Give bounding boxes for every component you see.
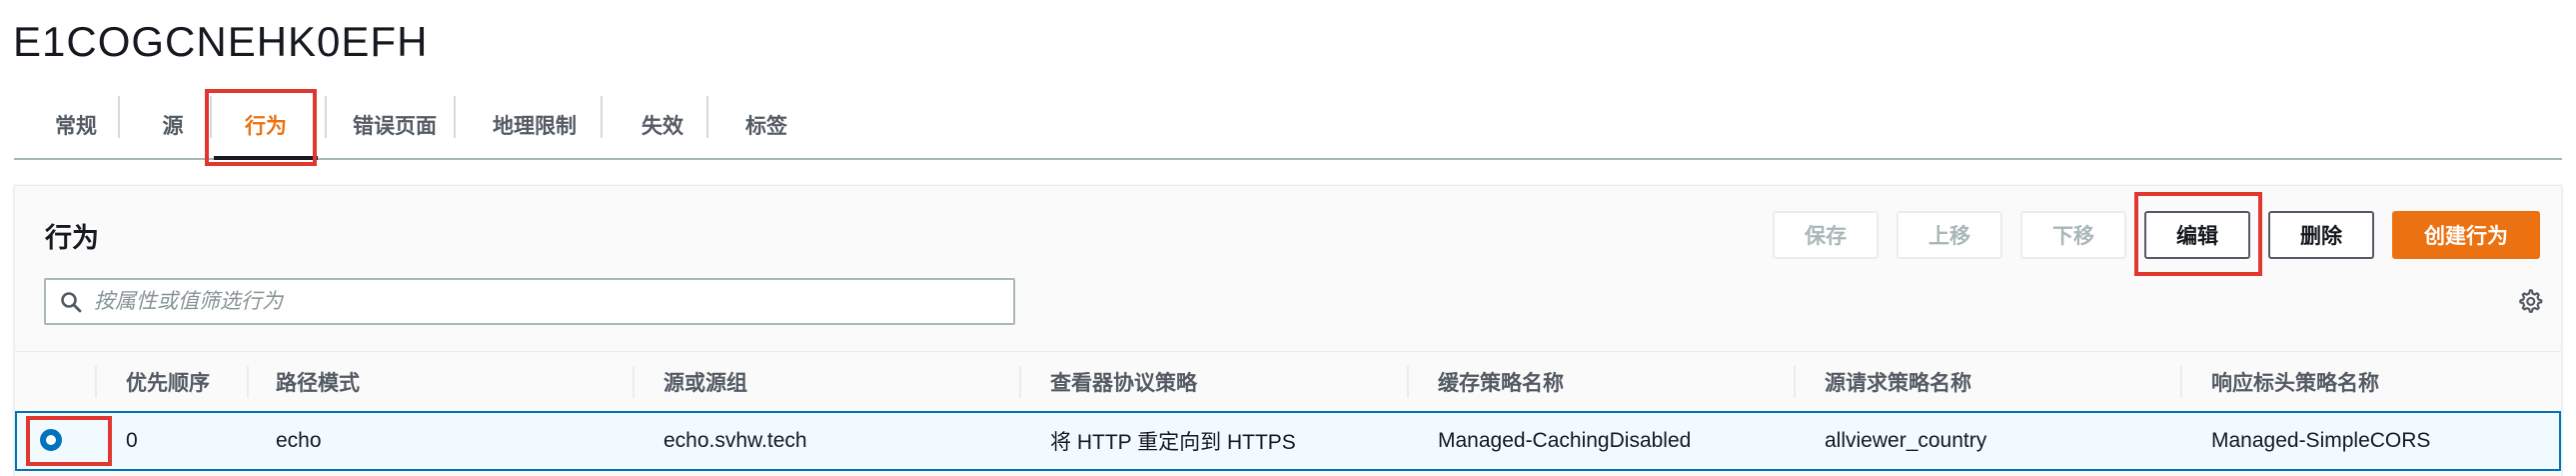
tab-divider: [325, 96, 327, 138]
tab-label: 地理限制: [493, 115, 577, 138]
cell-viewer-protocol: 将 HTTP 重定向到 HTTPS: [1050, 431, 1296, 454]
tab-label: 错误页面: [353, 115, 437, 138]
column-divider: [1019, 366, 1021, 398]
column-header-viewer-protocol[interactable]: 查看器协议策略: [1050, 352, 1197, 412]
column-divider: [247, 366, 249, 398]
cell-path-pattern: echo: [276, 429, 322, 452]
cell-origin-request-policy: allviewer_country: [1825, 429, 1987, 452]
tab-label: 失效: [642, 115, 683, 138]
tab-origins[interactable]: 源: [144, 90, 202, 160]
column-header-origin-request-policy[interactable]: 源请求策略名称: [1825, 352, 1971, 412]
delete-button[interactable]: 删除: [2268, 211, 2374, 259]
save-button[interactable]: 保存: [1773, 211, 1879, 259]
move-down-button[interactable]: 下移: [2020, 211, 2126, 259]
tab-tags[interactable]: 标签: [725, 90, 807, 160]
column-header-response-headers-policy[interactable]: 响应标头策略名称: [2211, 352, 2379, 412]
tab-label: 标签: [745, 115, 787, 138]
column-header-precedence[interactable]: 优先顺序: [126, 352, 210, 412]
search-input[interactable]: [94, 280, 1003, 323]
search-box: [44, 278, 1015, 325]
column-divider: [95, 366, 97, 398]
cell-precedence: 0: [126, 429, 138, 452]
column-divider: [633, 366, 635, 398]
table-header: 优先顺序 路径模式 源或源组 查看器协议策略 缓存策略名称 源请求策略名称 响应…: [15, 351, 2561, 411]
cell-response-headers-policy: Managed-SimpleCORS: [2211, 429, 2431, 452]
tab-general[interactable]: 常规: [40, 90, 112, 160]
column-divider: [1794, 366, 1796, 398]
tab-label: 常规: [55, 115, 97, 138]
tab-invalidations[interactable]: 失效: [622, 90, 703, 160]
cell-origin: echo.svhw.tech: [663, 429, 807, 452]
cell-cache-policy: Managed-CachingDisabled: [1438, 429, 1692, 452]
tab-divider: [706, 96, 708, 138]
radio-highlight-box: [26, 416, 112, 466]
edit-highlight-box: [2134, 192, 2262, 276]
behaviors-page: E1COGCNEHK0EFH 常规 源 行为 错误页面 地理限制 失效 标签 行…: [0, 0, 2576, 476]
move-up-button[interactable]: 上移: [1897, 211, 2002, 259]
search-icon: [61, 292, 82, 313]
tab-divider: [118, 96, 120, 138]
panel-title: 行为: [45, 223, 99, 253]
column-divider: [2180, 366, 2182, 398]
tab-highlight-box: [205, 89, 317, 166]
page-title: E1COGCNEHK0EFH: [13, 18, 429, 65]
tab-geo-restriction[interactable]: 地理限制: [474, 90, 596, 160]
tab-bar: 常规 源 行为 错误页面 地理限制 失效 标签: [14, 90, 2562, 160]
behaviors-panel: 行为 保存 上移 下移 编辑 删除 创建行为 优先顺序 路径模式 源或源组: [14, 185, 2562, 476]
column-header-cache-policy[interactable]: 缓存策略名称: [1438, 352, 1564, 412]
tab-divider: [454, 96, 456, 138]
column-divider: [1407, 366, 1409, 398]
create-behavior-button[interactable]: 创建行为: [2392, 211, 2540, 259]
tab-label: 源: [162, 115, 184, 138]
column-header-path-pattern[interactable]: 路径模式: [276, 352, 360, 412]
gear-icon[interactable]: [2517, 288, 2543, 314]
tab-error-pages[interactable]: 错误页面: [334, 90, 456, 160]
table-row[interactable]: 0 echo echo.svhw.tech 将 HTTP 重定向到 HTTPS …: [15, 411, 2561, 471]
column-header-origin[interactable]: 源或源组: [663, 352, 747, 412]
tab-divider: [601, 96, 603, 138]
